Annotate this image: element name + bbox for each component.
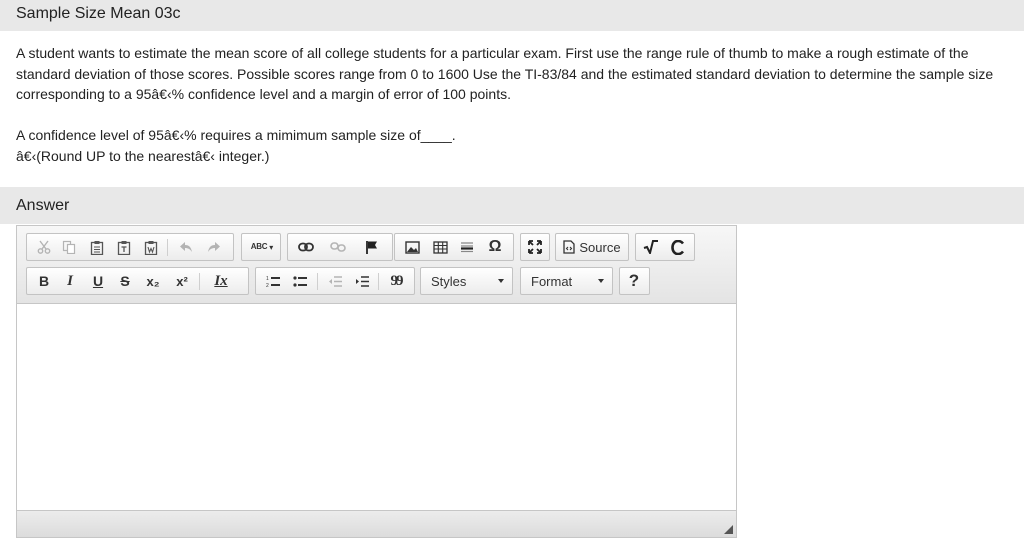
special-char-icon[interactable]: Ω [484,236,506,258]
chevron-down-icon [498,279,504,283]
link-group [287,233,393,261]
rich-text-editor: ABC ▾ Ω Source B I U S x₂ x² Ix 1 2 99 S… [16,225,737,538]
basicstyles-group: B I U S x₂ x² Ix [26,267,249,295]
styles-dropdown-label: Styles [431,274,467,289]
page-title: Sample Size Mean 03c [16,5,181,22]
maximize-group [520,233,550,261]
answer-header: Answer [0,187,1024,224]
underline-button[interactable]: U [87,270,109,292]
source-label: Source [579,239,621,255]
calculator-c-icon[interactable] [667,236,689,258]
indent-icon[interactable] [351,270,373,292]
source-group: Source [555,233,629,261]
anchor-flag-icon[interactable] [360,236,384,258]
format-dropdown-label: Format [531,274,573,289]
superscript-button[interactable]: x² [170,270,194,292]
clipboard-group [26,233,234,261]
svg-text:1: 1 [266,276,269,282]
spellcheck-group: ABC ▾ [241,233,281,261]
paragraph-group: 12 99 [255,267,415,295]
format-dropdown[interactable]: Format [520,267,613,295]
editor-toolbar: ABC ▾ Ω Source B I U S x₂ x² Ix 1 2 99 S… [17,226,736,304]
unlink-icon[interactable] [326,236,350,258]
toolbar-separator [199,273,200,290]
bulleted-list-icon[interactable] [289,270,311,292]
styles-dropdown[interactable]: Styles [420,267,513,295]
math-group [635,233,695,261]
resize-handle-icon[interactable] [724,525,733,534]
svg-text:2: 2 [266,283,269,288]
prompt-line-1: A confidence level of 95â€‹% requires a … [16,127,456,143]
bold-button[interactable]: B [33,270,55,292]
spellcheck-icon[interactable]: ABC ▾ [246,236,278,258]
spellcheck-label: ABC [250,242,268,251]
paste-icon[interactable] [86,236,108,258]
prompt-line-2: â€‹(Round UP to the nearestâ€‹ integer.) [16,147,270,164]
copy-icon[interactable] [58,236,80,258]
toolbar-separator [378,273,379,290]
link-icon[interactable] [294,236,318,258]
sqrt-icon[interactable] [640,236,662,258]
question-prompt: A confidence level of 95â€‹% requires a … [16,125,456,166]
editor-status-bar [17,510,736,537]
question-text: A student wants to estimate the mean sco… [16,45,994,102]
insert-group: Ω [394,233,514,261]
toolbar-separator [317,273,318,290]
cut-icon[interactable] [33,236,55,258]
source-icon [563,240,576,254]
outdent-icon[interactable] [324,270,346,292]
paste-text-icon[interactable] [113,236,135,258]
chevron-down-icon [598,279,604,283]
question-header: Sample Size Mean 03c [0,0,1024,31]
table-icon[interactable] [429,236,451,258]
italic-button[interactable]: I [59,270,81,292]
source-button[interactable]: Source [560,236,624,258]
strikethrough-button[interactable]: S [114,270,136,292]
toolbar-separator [167,239,168,256]
image-icon[interactable] [401,236,423,258]
redo-icon[interactable] [202,236,226,258]
subscript-button[interactable]: x₂ [141,270,165,292]
answer-label: Answer [16,197,70,214]
horizontal-rule-icon[interactable] [456,236,478,258]
help-group: ? [619,267,650,295]
help-button[interactable]: ? [623,270,645,292]
numbered-list-icon[interactable]: 12 [262,270,284,292]
undo-icon[interactable] [174,236,198,258]
blockquote-button[interactable]: 99 [384,270,408,292]
remove-format-button[interactable]: Ix [208,270,234,292]
paste-word-icon[interactable] [140,236,162,258]
editor-content-area[interactable] [17,304,736,510]
maximize-icon[interactable] [524,236,546,258]
